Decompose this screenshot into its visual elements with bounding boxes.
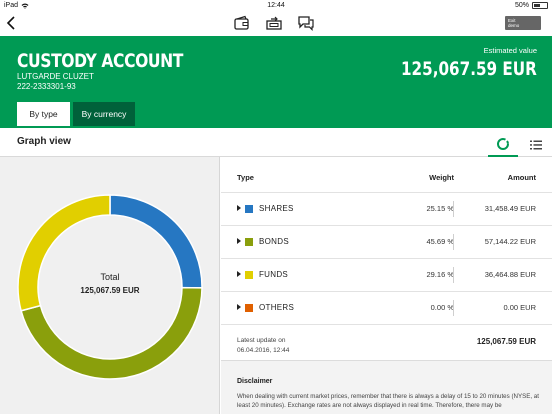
column-header-weight: Weight xyxy=(429,173,454,182)
row-label: FUNDS xyxy=(259,270,289,279)
status-time: 12:44 xyxy=(267,2,285,9)
list-view-icon xyxy=(530,140,542,149)
status-bar: iPad 12:44 50% xyxy=(0,0,552,12)
estimated-value-label: Estimated value xyxy=(483,46,537,55)
shares-color-swatch xyxy=(245,205,253,213)
latest-update-date: 06.04.2016, 12:44 xyxy=(237,347,290,354)
battery-icon xyxy=(532,2,548,9)
chat-icon[interactable] xyxy=(297,15,315,31)
row-divider xyxy=(453,234,454,250)
row-divider xyxy=(453,300,454,316)
tab-by-currency[interactable]: By currency xyxy=(73,102,135,126)
row-divider xyxy=(453,267,454,283)
others-color-swatch xyxy=(245,304,253,312)
allocation-donut-chart[interactable]: Total 125,067.59 EUR xyxy=(0,157,220,414)
latest-update-label: Latest update on xyxy=(237,337,286,344)
donut-chart-icon xyxy=(497,137,509,150)
account-header: CUSTODY ACCOUNT LUTGARDE CLUZET 222-2333… xyxy=(0,36,552,128)
row-weight: 45.69 % xyxy=(426,237,454,246)
row-weight: 25.15 % xyxy=(426,204,454,213)
row-label: BONDS xyxy=(259,237,289,246)
column-header-amount: Amount xyxy=(507,173,536,182)
table-row-bonds[interactable]: BONDS 45.69 % 57,144.22 EUR xyxy=(221,225,552,258)
account-holder-name: LUTGARDE CLUZET xyxy=(17,72,94,81)
disclaimer-section: Disclaimer When dealing with current mar… xyxy=(221,360,552,414)
graph-view-title: Graph view xyxy=(17,136,71,147)
back-chevron-icon[interactable] xyxy=(4,15,20,31)
disclaimer-text: When dealing with current market prices,… xyxy=(237,393,539,409)
row-amount: 36,464.88 EUR xyxy=(484,270,536,279)
table-row-others[interactable]: OTHERS 0.00 % 0.00 EUR xyxy=(221,291,552,324)
chart-panel: Total 125,067.59 EUR xyxy=(0,157,220,414)
column-header-type: Type xyxy=(237,173,254,182)
chart-center-value: 125,067.59 EUR xyxy=(80,286,139,295)
donut-slice-bonds[interactable] xyxy=(20,286,203,380)
estimated-value: 125,067.59 EUR xyxy=(401,58,537,80)
list-view-button[interactable] xyxy=(524,132,548,157)
graph-view-bar: Graph view xyxy=(0,128,552,157)
chart-view-button[interactable] xyxy=(488,132,518,157)
bonds-color-swatch xyxy=(245,238,253,246)
top-toolbar: Exit demo xyxy=(0,12,552,36)
row-amount: 57,144.22 EUR xyxy=(484,237,536,246)
battery-percent: 50% xyxy=(514,2,529,9)
expand-triangle-icon[interactable] xyxy=(237,271,241,277)
allocation-table: Type Weight Amount SHARES 25.15 % 31,458… xyxy=(221,157,552,414)
expand-triangle-icon[interactable] xyxy=(237,304,241,310)
table-total: 125,067.59 EUR xyxy=(476,337,536,346)
transfer-icon[interactable] xyxy=(265,15,283,31)
row-divider xyxy=(453,201,454,217)
row-weight: 29.16 % xyxy=(426,270,454,279)
row-amount: 31,458.49 EUR xyxy=(484,204,536,213)
table-row-funds[interactable]: FUNDS 29.16 % 36,464.88 EUR xyxy=(221,258,552,291)
row-label: SHARES xyxy=(259,204,294,213)
exit-demo-button[interactable]: Exit demo xyxy=(505,16,541,30)
page-title: CUSTODY ACCOUNT xyxy=(17,50,184,72)
expand-triangle-icon[interactable] xyxy=(237,205,241,211)
chart-center-label: Total xyxy=(100,272,119,282)
wallet-icon[interactable] xyxy=(233,15,251,31)
donut-slice-shares[interactable] xyxy=(109,194,203,289)
table-row-shares[interactable]: SHARES 25.15 % 31,458.49 EUR xyxy=(221,192,552,225)
row-label: OTHERS xyxy=(259,303,295,312)
account-number: 222-2333301-93 xyxy=(17,82,76,91)
funds-color-swatch xyxy=(245,271,253,279)
row-amount: 0.00 EUR xyxy=(503,303,536,312)
latest-update-row: Latest update on 06.04.2016, 12:44 125,0… xyxy=(221,324,552,360)
tab-by-type[interactable]: By type xyxy=(17,102,70,126)
demo-label: demo xyxy=(508,23,520,28)
row-weight: 0.00 % xyxy=(430,303,454,312)
disclaimer-title: Disclaimer xyxy=(237,378,273,385)
expand-triangle-icon[interactable] xyxy=(237,238,241,244)
